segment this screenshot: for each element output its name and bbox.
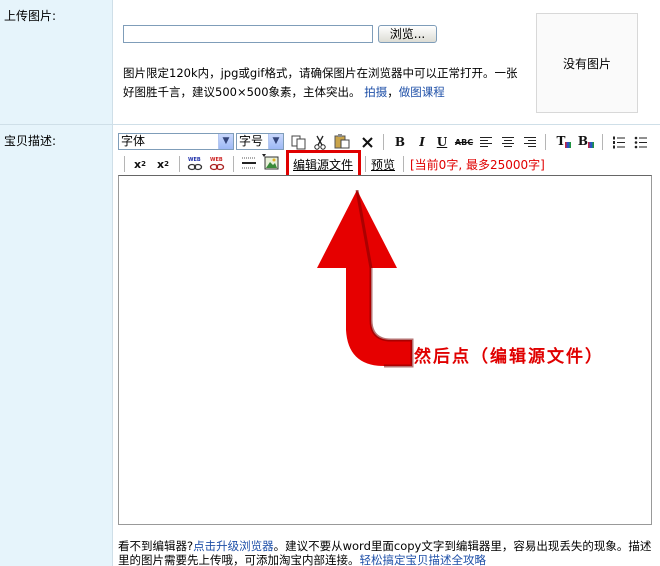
character-counter: [当前0字, 最多25000字] — [410, 158, 545, 172]
upload-label: 上传图片: — [4, 9, 57, 23]
remove-link-icon[interactable]: WEB — [208, 154, 226, 172]
image-course-link[interactable]: 做图课程 — [399, 85, 445, 99]
font-family-value: 字体 — [121, 134, 146, 148]
font-size-value: 字号 — [239, 134, 264, 148]
toolbar-divider — [403, 156, 404, 172]
italic-icon[interactable]: I — [413, 133, 431, 151]
toolbar-divider — [233, 156, 234, 172]
chevron-down-icon: ▼ — [268, 134, 283, 149]
shooting-link[interactable]: 拍摄 — [364, 85, 387, 99]
strikethrough-icon[interactable]: ABC — [455, 133, 473, 151]
bold-icon[interactable]: B — [391, 133, 409, 151]
column-divider — [112, 0, 113, 566]
svg-text:WEB: WEB — [210, 157, 223, 163]
paste-icon[interactable] — [333, 132, 351, 150]
arrow-up-icon — [317, 190, 414, 368]
copy-icon[interactable] — [289, 133, 307, 151]
cut-icon[interactable] — [311, 133, 329, 151]
upload-hint: 图片限定120k内，jpg或gif格式，请确保图片在浏览器中可以正常打开。一张好… — [123, 64, 523, 102]
insert-link-icon[interactable]: WEB — [186, 154, 204, 172]
toolbar-divider — [179, 156, 180, 172]
upgrade-browser-link[interactable]: 点击升级浏览器 — [193, 539, 274, 553]
upload-label-cell: 上传图片: — [0, 0, 112, 124]
instruction-text: 然后点（编辑源文件） — [414, 347, 604, 367]
align-right-icon[interactable] — [521, 133, 539, 151]
editor-footnote: 看不到编辑器?点击升级浏览器。建议不要从word里面copy文字到编辑器里，容易… — [118, 539, 658, 566]
subscript-icon[interactable]: x2 — [154, 155, 172, 173]
toolbar-divider — [545, 134, 546, 150]
toolbar-divider — [383, 134, 384, 150]
toolbar-divider — [365, 156, 366, 172]
browse-button[interactable]: 浏览... — [378, 25, 437, 43]
insert-image-icon[interactable] — [261, 153, 279, 171]
image-preview-box: 没有图片 — [536, 13, 638, 113]
preview-button[interactable]: 预览 — [371, 156, 395, 173]
hint-separator: ， — [387, 85, 399, 99]
description-guide-link[interactable]: 轻松搞定宝贝描述全攻略 — [360, 553, 487, 566]
footnote-text: 看不到编辑器? — [118, 539, 194, 553]
align-center-icon[interactable] — [499, 133, 517, 151]
superscript-icon[interactable]: x2 — [131, 155, 149, 173]
ordered-list-icon[interactable] — [610, 133, 628, 151]
toolbar-divider — [602, 134, 603, 150]
toolbar-divider — [124, 156, 125, 172]
delete-icon[interactable] — [358, 133, 376, 151]
no-image-text: 没有图片 — [562, 56, 611, 71]
svg-text:WEB: WEB — [188, 157, 201, 163]
horizontal-rule-icon[interactable] — [240, 154, 258, 172]
align-left-icon[interactable] — [477, 133, 495, 151]
font-size-select[interactable]: 字号 ▼ — [236, 133, 284, 150]
description-label-cell: 宝贝描述: — [0, 125, 112, 566]
chevron-down-icon: ▼ — [218, 134, 233, 149]
font-family-select[interactable]: 字体 ▼ — [118, 133, 234, 150]
underline-icon[interactable]: U — [433, 133, 451, 151]
background-color-icon[interactable]: B — [574, 132, 595, 150]
row-divider — [0, 124, 660, 125]
text-color-icon[interactable]: T — [552, 132, 572, 150]
unordered-list-icon[interactable] — [632, 133, 650, 151]
upload-hint-text: 图片限定120k内，jpg或gif格式，请确保图片在浏览器中可以正常打开。一张好… — [123, 66, 518, 99]
description-label: 宝贝描述: — [4, 134, 57, 148]
file-path-input[interactable] — [123, 25, 373, 43]
